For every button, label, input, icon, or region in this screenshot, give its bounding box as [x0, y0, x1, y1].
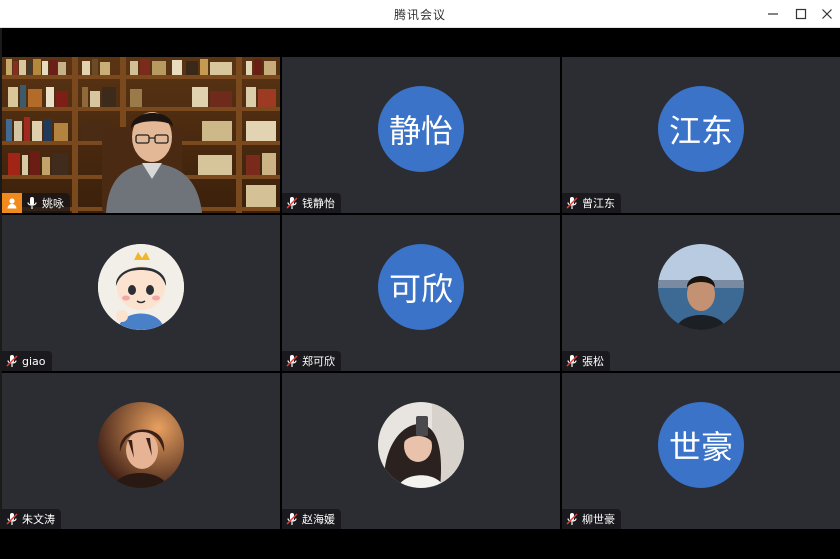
participant-nameplate: giao — [2, 351, 52, 371]
anime-avatar-image — [98, 402, 184, 488]
participant-avatar: 静怡 — [378, 86, 464, 172]
mic-muted-icon — [286, 355, 298, 367]
participant-name: 赵海媛 — [302, 513, 335, 526]
participant-name: 曾江东 — [582, 197, 615, 210]
participant-nameplate: 曾江东 — [562, 193, 621, 213]
participant-nameplate: 赵海媛 — [282, 509, 341, 529]
participant-tile-7[interactable]: 赵海媛 — [282, 373, 560, 529]
mic-muted-icon — [566, 355, 578, 367]
participant-name: 柳世豪 — [582, 513, 615, 526]
minimize-button[interactable] — [758, 0, 788, 28]
participant-tile-2[interactable]: 江东 曾江东 — [562, 57, 840, 213]
cartoon-avatar-image — [98, 244, 184, 330]
mic-muted-icon — [6, 513, 18, 525]
mic-muted-icon — [566, 513, 578, 525]
participant-name: 郑可欣 — [302, 355, 335, 368]
avatar-initials: 静怡 — [388, 112, 453, 150]
participant-avatar — [378, 402, 464, 488]
host-person-icon — [7, 198, 17, 209]
top-band — [0, 28, 840, 56]
participant-tile-3[interactable]: giao — [2, 215, 280, 371]
participant-nameplate: 朱文涛 — [2, 509, 61, 529]
participant-avatar: 可欣 — [378, 244, 464, 330]
close-button[interactable] — [812, 0, 840, 28]
participant-tile-0[interactable]: 姚咏 — [2, 57, 280, 213]
avatar-initials: 江东 — [668, 112, 733, 150]
participant-tile-1[interactable]: 静怡 钱静怡 — [282, 57, 560, 213]
avatar-initials: 可欣 — [388, 270, 453, 308]
close-icon — [822, 9, 832, 19]
participant-name: giao — [22, 354, 46, 368]
participant-name: 钱静怡 — [302, 197, 335, 210]
participant-tile-8[interactable]: 世豪 柳世豪 — [562, 373, 840, 529]
participant-avatar — [658, 244, 744, 330]
mic-muted-icon — [286, 197, 298, 209]
photo-avatar-image — [658, 244, 744, 330]
participant-tile-6[interactable]: 朱文涛 — [2, 373, 280, 529]
mic-on-icon — [27, 197, 37, 209]
participant-nameplate: 姚咏 — [2, 193, 70, 213]
avatar-initials: 世豪 — [668, 428, 733, 466]
participant-nameplate: 柳世豪 — [562, 509, 621, 529]
participant-avatar: 世豪 — [658, 402, 744, 488]
participant-video — [2, 57, 280, 213]
mic-muted-icon — [286, 513, 298, 525]
window-title: 腾讯会议 — [393, 8, 446, 22]
participant-avatar — [98, 244, 184, 330]
participant-nameplate: 張松 — [562, 351, 610, 371]
participant-name: 姚咏 — [42, 197, 64, 210]
participant-avatar: 江东 — [658, 86, 744, 172]
bottom-band — [0, 529, 840, 559]
title-bar: 腾讯会议 — [0, 0, 840, 28]
participant-tile-4[interactable]: 可欣 郑可欣 — [282, 215, 560, 371]
participant-nameplate: 钱静怡 — [282, 193, 341, 213]
participant-tile-5[interactable]: 張松 — [562, 215, 840, 371]
participant-name: 朱文涛 — [22, 513, 55, 526]
participant-avatar — [98, 402, 184, 488]
photo-avatar-image — [378, 402, 464, 488]
mic-muted-icon — [566, 197, 578, 209]
participant-nameplate: 郑可欣 — [282, 351, 341, 371]
mic-muted-icon — [6, 355, 18, 367]
maximize-icon — [795, 8, 807, 20]
participant-name: 張松 — [582, 355, 604, 368]
host-badge — [2, 193, 22, 213]
minimize-icon — [768, 13, 778, 15]
